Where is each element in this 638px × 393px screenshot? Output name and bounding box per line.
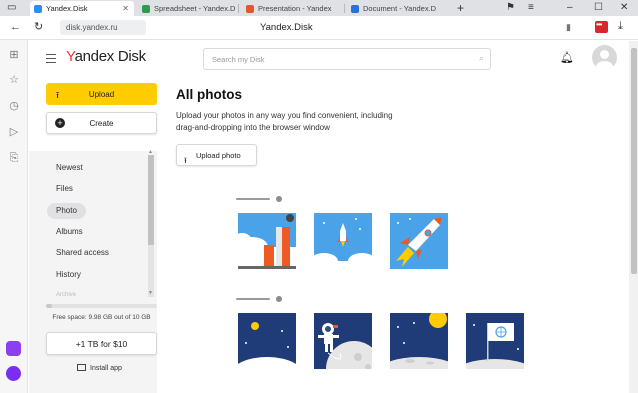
sidebar-item-history[interactable]: History	[47, 267, 90, 283]
search-input[interactable]: Search my Disk ⌕	[203, 48, 491, 70]
close-tab-icon[interactable]: ✕	[122, 4, 129, 13]
extension-icon[interactable]	[595, 20, 608, 33]
page-scrollbar-thumb[interactable]	[631, 48, 637, 274]
sidebar-item-photo[interactable]: Photo	[47, 203, 86, 219]
minimize-icon[interactable]: –	[567, 2, 573, 14]
tab-spreadsheet[interactable]: Spreadsheet - Yandex.D	[138, 1, 236, 16]
tab-document[interactable]: Document - Yandex.D	[347, 1, 447, 16]
tab-label: Document - Yandex.D	[363, 4, 437, 13]
illustration-big-rocket	[390, 213, 448, 269]
browser-tab-strip: ▭ Yandex.Disk ✕ Spreadsheet - Yandex.D P…	[0, 0, 638, 16]
sidebar-scrollbar-thumb[interactable]	[148, 155, 154, 245]
scroll-up-icon[interactable]: ▲	[148, 149, 153, 155]
bookmark-icon[interactable]: ▮	[566, 22, 571, 33]
buy-space-button[interactable]: +1 TB for $10	[46, 332, 157, 355]
tab-label: Yandex.Disk	[46, 4, 88, 13]
tab-manager-icon[interactable]: ▭	[7, 2, 16, 14]
decorative-dot	[276, 296, 282, 302]
page-title: Yandex.Disk	[260, 22, 313, 33]
section-description: Upload your photos in any way you find c…	[176, 111, 393, 132]
desktop-icon	[77, 364, 86, 371]
sidebar-item-albums[interactable]: Albums	[47, 224, 92, 240]
illustration-chart-clouds	[238, 213, 296, 269]
yandex-disk-logo[interactable]: Yandex Disk	[66, 48, 146, 65]
upload-photo-button[interactable]: ⭱ Upload photo	[176, 144, 257, 166]
quota-bar	[46, 304, 157, 308]
avatar[interactable]	[592, 45, 617, 70]
alice-assistant-icon[interactable]	[6, 366, 21, 381]
illustration-moon-surface	[390, 313, 448, 369]
upload-icon: ⭱	[56, 90, 60, 100]
decorative-line	[236, 298, 270, 300]
presentation-favicon-icon	[246, 4, 254, 13]
illustration-night-moon	[238, 313, 296, 369]
url-field[interactable]: disk.yandex.ru	[60, 20, 146, 35]
apps-grid-icon[interactable]: ⊞	[7, 48, 21, 62]
tab-presentation[interactable]: Presentation - Yandex	[242, 1, 342, 16]
sidebar-item-shared-access[interactable]: Shared access	[47, 245, 118, 261]
upload-button[interactable]: ⭱ Upload	[46, 83, 157, 105]
new-tab-icon[interactable]: +	[457, 2, 464, 14]
history-icon[interactable]: ◷	[7, 99, 21, 113]
address-bar: ← ↻ disk.yandex.ru Yandex.Disk ▮ ⤓	[0, 16, 638, 40]
tab-label: Spreadsheet - Yandex.D	[154, 4, 236, 13]
notifications-bell-icon[interactable]: 🔔︎	[560, 51, 574, 64]
sidebar-item-archive[interactable]: Archive	[47, 287, 85, 303]
install-app-link[interactable]: Install app	[77, 364, 122, 372]
bookmarks-icon[interactable]: ⚑	[506, 2, 515, 14]
media-icon[interactable]: ▷	[7, 125, 21, 139]
document-favicon-icon	[351, 4, 359, 13]
browser-sidebar: ⊞ ☆ ◷ ▷ ⎘	[0, 40, 28, 393]
search-icon[interactable]: ⌕	[479, 53, 484, 64]
menu-icon[interactable]: ≡	[528, 2, 534, 14]
favorites-icon[interactable]: ☆	[7, 73, 21, 87]
tab-yandex-disk[interactable]: Yandex.Disk ✕	[30, 1, 134, 16]
free-space-label: Free space: 9.98 GB out of 10 GB	[52, 314, 151, 321]
decorative-line	[236, 198, 270, 200]
upload-icon: ⭱	[184, 156, 187, 165]
decorative-dot	[276, 196, 282, 202]
illustration-astronaut	[314, 313, 372, 369]
hamburger-menu-icon[interactable]	[46, 54, 56, 66]
search-placeholder: Search my Disk	[212, 55, 265, 64]
tab-label: Presentation - Yandex	[258, 4, 332, 13]
back-icon[interactable]: ←	[10, 21, 21, 33]
maximize-icon[interactable]: ☐	[594, 2, 603, 14]
close-window-icon[interactable]: ✕	[620, 2, 628, 14]
downloads-icon[interactable]: ⎘	[7, 151, 21, 165]
reload-icon[interactable]: ↻	[34, 21, 43, 33]
sidebar-item-files[interactable]: Files	[47, 181, 82, 197]
spreadsheet-favicon-icon	[142, 4, 150, 13]
illustration-small-rocket	[314, 213, 372, 269]
quota-bar-fill	[46, 304, 52, 308]
yandex-disk-page: Yandex Disk Search my Disk ⌕ 🔔︎ ⭱ Upload…	[29, 41, 629, 393]
section-title: All photos	[176, 87, 242, 102]
create-button[interactable]: + Create	[46, 112, 157, 134]
yandex-disk-favicon-icon	[34, 4, 42, 13]
sidebar-item-newest[interactable]: Newest	[47, 160, 92, 176]
scroll-down-icon[interactable]: ▼	[148, 290, 153, 296]
download-icon[interactable]: ⤓	[618, 20, 623, 33]
plus-icon: +	[55, 118, 65, 128]
messenger-app-icon[interactable]	[6, 341, 21, 356]
illustration-flag-moon	[466, 313, 524, 369]
